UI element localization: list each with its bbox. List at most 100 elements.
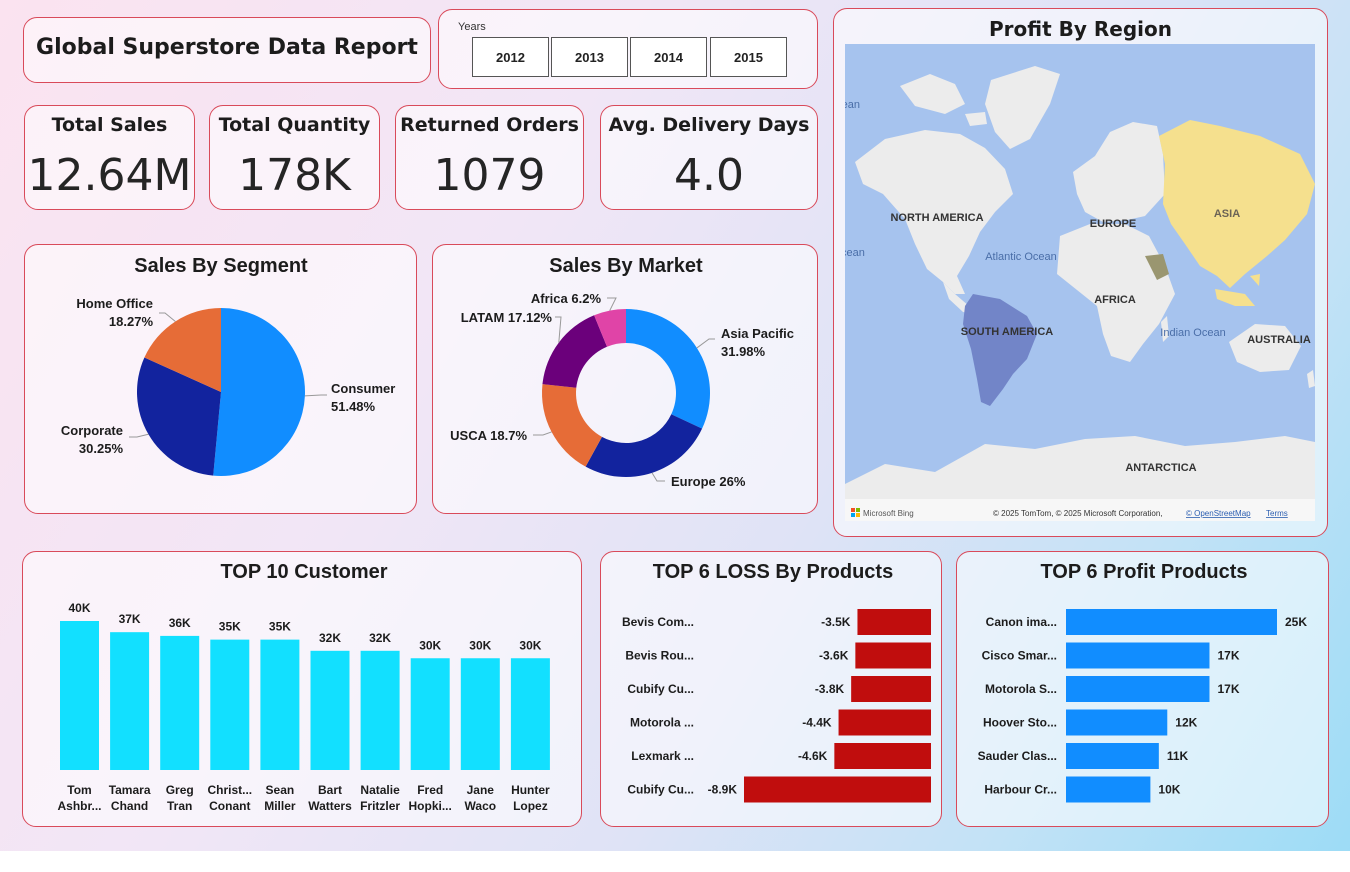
category-label: Christ... xyxy=(207,783,252,797)
category-label: Cubify Cu... xyxy=(627,783,694,797)
kpi-value: 4.0 xyxy=(674,150,744,201)
bar-canon-ima[interactable] xyxy=(1066,609,1277,635)
ocean-label-arctic: Arctic Ocean xyxy=(845,99,860,111)
data-label: -8.9K xyxy=(708,783,738,797)
bar-jane-waco[interactable] xyxy=(460,658,500,770)
bar-harbour-cr[interactable] xyxy=(1066,776,1151,803)
bar-hoover-sto[interactable] xyxy=(1066,709,1168,736)
data-label: 30K xyxy=(519,638,541,652)
year-button-2012[interactable]: 2012 xyxy=(472,37,549,77)
data-label: 30K xyxy=(419,638,441,652)
map-osm-link[interactable]: © OpenStreetMap xyxy=(1186,509,1251,518)
year-button-2013[interactable]: 2013 xyxy=(551,37,628,77)
top-6-profit-chart: TOP 6 Profit Products 25K Canon ima... 17K… xyxy=(978,561,1307,803)
chart-title: Sales By Market xyxy=(549,255,703,277)
category-label: Lopez xyxy=(513,799,548,813)
year-button-2014[interactable]: 2014 xyxy=(630,37,707,77)
category-label: Lexmark ... xyxy=(631,749,694,763)
category-label: Greg xyxy=(166,783,194,797)
data-label: 51.48% xyxy=(331,399,376,414)
map-terms-link[interactable]: Terms xyxy=(1266,509,1288,518)
leader-line xyxy=(304,394,327,397)
region-label-asia: ASIA xyxy=(1214,208,1240,220)
bar-motorola[interactable] xyxy=(838,709,931,736)
year-button-2015[interactable]: 2015 xyxy=(710,37,787,77)
category-label: Bevis Rou... xyxy=(625,649,694,663)
pie-slice-latam[interactable] xyxy=(542,315,608,388)
category-label: Bevis Com... xyxy=(622,615,694,629)
profit-by-region-map[interactable]: NORTH AMERICA EUROPE ASIA AFRICA SOUTH A… xyxy=(845,44,1315,521)
leader-line xyxy=(159,312,176,322)
bar-fred-hopki[interactable] xyxy=(410,658,450,770)
kpi-value: 12.64M xyxy=(27,150,192,201)
kpi-label: Total Sales xyxy=(51,114,168,136)
data-label: 40K xyxy=(68,601,90,615)
data-label: 32K xyxy=(369,631,391,645)
kpi-avg-delivery-days: Avg. Delivery Days 4.0 xyxy=(600,105,818,210)
chart-title: TOP 6 Profit Products xyxy=(1040,561,1247,583)
bar-motorola-s[interactable] xyxy=(1066,676,1210,702)
bing-logo-icon-4 xyxy=(856,513,860,517)
region-label-north-america: NORTH AMERICA xyxy=(890,212,983,224)
category-label: Canon ima... xyxy=(986,615,1057,629)
kpi-value: 1079 xyxy=(433,150,546,201)
category-label: Miller xyxy=(264,799,296,813)
data-label: Home Office xyxy=(76,296,153,311)
kpi-total-quantity: Total Quantity 178K xyxy=(209,105,380,210)
report-title: Global Superstore Data Report xyxy=(36,35,418,60)
bar-bevis-rou[interactable] xyxy=(855,642,931,669)
category-label: Hopki... xyxy=(409,799,452,813)
bar-cubify-cu[interactable] xyxy=(744,776,931,803)
top-10-customer-card: TOP 10 Customer 40K Tom Ashbr... 37K Tamara C… xyxy=(22,551,582,827)
ocean-label-pacific: Pacific Ocean xyxy=(845,247,865,259)
category-label: Hoover Sto... xyxy=(983,716,1057,730)
data-label: 35K xyxy=(269,620,291,634)
top-10-customer-chart: TOP 10 Customer 40K Tom Ashbr... 37K Tamara C… xyxy=(57,561,550,813)
data-label: 12K xyxy=(1175,716,1197,730)
top-6-profit-card: TOP 6 Profit Products 25K Canon ima... 17K… xyxy=(956,551,1329,827)
pie-slice-europe[interactable] xyxy=(585,414,703,477)
data-label: Asia Pacific xyxy=(721,326,794,341)
category-label: Tran xyxy=(167,799,192,813)
data-label: -3.5K xyxy=(821,615,851,629)
data-label: -3.8K xyxy=(815,682,845,696)
data-label: USCA 18.7% xyxy=(450,428,527,443)
bar-greg-tran[interactable] xyxy=(160,635,200,770)
ocean-label-indian: Indian Ocean xyxy=(1160,327,1225,339)
category-label: Ashbr... xyxy=(57,799,101,813)
category-label: Jane xyxy=(467,783,495,797)
bing-logo-text: Microsoft Bing xyxy=(863,509,914,518)
bar-natalie-fritzler[interactable] xyxy=(360,650,400,770)
data-label: Europe 26% xyxy=(671,474,746,489)
category-label: Motorola ... xyxy=(630,716,694,730)
bar-hunter-lopez[interactable] xyxy=(510,658,550,770)
data-label: 30.25% xyxy=(79,441,124,456)
bar-bevis-com[interactable] xyxy=(857,609,931,635)
region-label-europe: EUROPE xyxy=(1090,218,1136,230)
category-label: Bart xyxy=(318,783,342,797)
data-label: 31.98% xyxy=(721,344,766,359)
bar-cisco-smar[interactable] xyxy=(1066,642,1210,669)
pie-slice-asia-pacific[interactable] xyxy=(626,309,710,429)
bar-sauder-clas[interactable] xyxy=(1066,743,1159,769)
map-attribution: © 2025 TomTom, © 2025 Microsoft Corporat… xyxy=(993,509,1163,518)
pie-slice-consumer[interactable] xyxy=(213,308,306,476)
bar-lexmark[interactable] xyxy=(834,743,931,769)
bar-bart-watters[interactable] xyxy=(310,650,350,770)
bing-logo-icon-3 xyxy=(851,513,855,517)
category-label: Tom xyxy=(67,783,91,797)
chart-title: TOP 6 LOSS By Products xyxy=(653,561,893,583)
category-label: Watters xyxy=(308,799,352,813)
bar-tamara-chand[interactable] xyxy=(110,632,150,770)
category-label: Chand xyxy=(111,799,148,813)
bar-tom-ashbr[interactable] xyxy=(60,621,99,770)
leader-line xyxy=(555,316,562,343)
bar-sean-miller[interactable] xyxy=(260,639,300,770)
data-label: 37K xyxy=(119,612,141,626)
leader-line xyxy=(129,433,149,438)
category-label: Tamara xyxy=(109,783,151,797)
leader-line xyxy=(533,431,552,436)
profit-by-region-card: Profit By Region NORTH AMERICA EUROPE AS… xyxy=(833,8,1328,537)
bar-cubify-cu[interactable] xyxy=(851,676,931,702)
bar-christ-conant[interactable] xyxy=(210,639,250,770)
